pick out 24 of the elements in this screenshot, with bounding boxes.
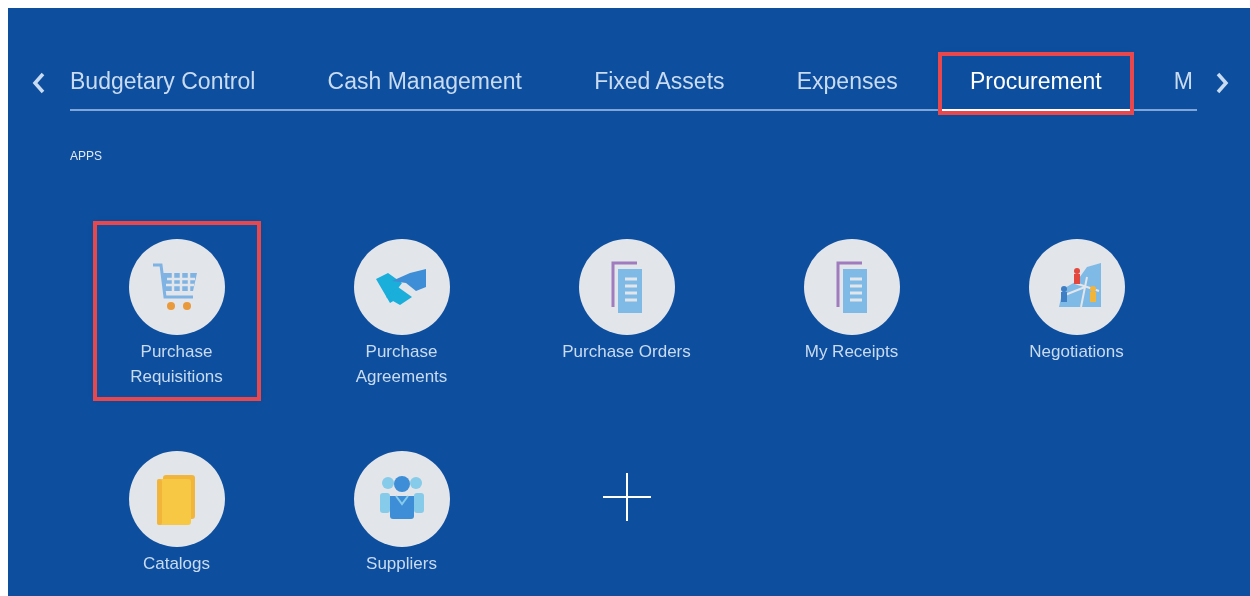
app-tile[interactable]: Purchase Orders bbox=[546, 224, 707, 397]
nav-tab[interactable]: Fixed Assets bbox=[566, 56, 753, 111]
app-label: Purchase Agreements bbox=[354, 340, 449, 388]
app-label: Purchase Orders bbox=[561, 340, 692, 363]
app-tile[interactable]: Suppliers bbox=[321, 436, 482, 584]
plus-icon bbox=[602, 472, 651, 521]
app-tile[interactable]: My Receipts bbox=[771, 224, 932, 397]
app-label: Purchase Requisitions bbox=[129, 340, 224, 388]
app-label: Negotiations bbox=[1028, 340, 1125, 363]
section-title: APPS bbox=[70, 147, 102, 165]
chevron-left-icon bbox=[32, 72, 46, 95]
app-tile[interactable]: Purchase Agreements bbox=[321, 224, 482, 397]
nav-tab[interactable]: Expenses bbox=[768, 56, 926, 111]
nav-tab[interactable]: Budgetary Control bbox=[70, 56, 284, 111]
chevron-right-icon bbox=[1215, 72, 1229, 95]
nav-tab[interactable]: M bbox=[1145, 56, 1197, 111]
app-label: My Receipts bbox=[803, 340, 900, 363]
add-button[interactable] bbox=[601, 471, 652, 522]
app-label: Catalogs bbox=[141, 552, 212, 575]
app-tile[interactable]: Catalogs bbox=[96, 436, 257, 584]
nav-tab[interactable]: Cash Management bbox=[299, 56, 550, 111]
app-tile[interactable]: Purchase Requisitions bbox=[96, 224, 257, 397]
app-tile[interactable]: Negotiations bbox=[996, 224, 1157, 397]
app-label: Suppliers bbox=[365, 552, 438, 575]
